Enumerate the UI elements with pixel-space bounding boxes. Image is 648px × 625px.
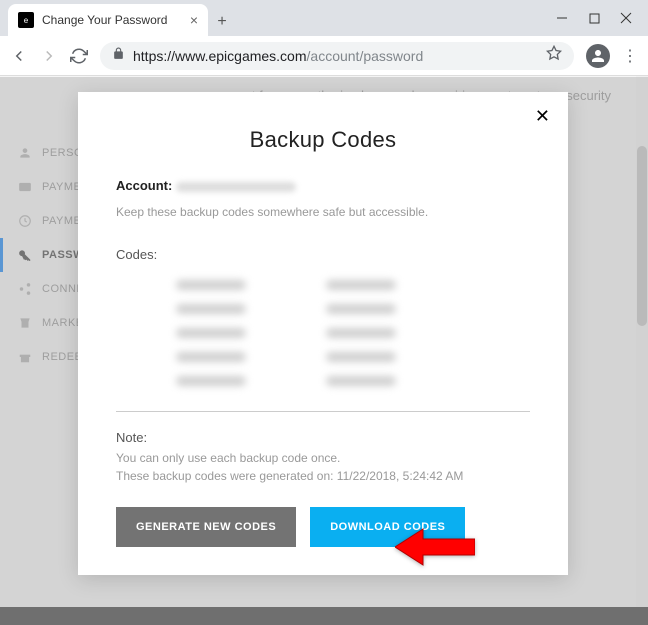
tab-title: Change Your Password <box>42 13 182 27</box>
code-redacted <box>176 328 246 338</box>
minimize-button[interactable] <box>556 12 568 24</box>
maximize-button[interactable] <box>588 12 600 24</box>
backup-codes-modal: ✕ Backup Codes Account: Keep these backu… <box>78 92 568 575</box>
hint-text: Keep these backup codes somewhere safe b… <box>116 205 530 219</box>
window-controls <box>556 12 648 36</box>
codes-grid <box>116 280 530 386</box>
url-bar[interactable]: https://www.epicgames.com/account/passwo… <box>100 42 574 70</box>
code-redacted <box>326 376 396 386</box>
code-redacted <box>176 352 246 362</box>
browser-titlebar: e Change Your Password × + <box>0 0 648 36</box>
note-text: You can only use each backup code once. … <box>116 449 530 485</box>
favicon: e <box>18 12 34 28</box>
browser-tab[interactable]: e Change Your Password × <box>8 4 208 36</box>
lock-icon <box>112 47 125 65</box>
close-window-button[interactable] <box>620 12 632 24</box>
reload-button[interactable] <box>70 47 88 65</box>
code-redacted <box>176 304 246 314</box>
modal-title: Backup Codes <box>78 92 568 178</box>
account-row: Account: <box>116 178 530 193</box>
tab-strip: e Change Your Password × + <box>0 4 556 36</box>
bookmark-icon[interactable] <box>546 45 562 66</box>
code-redacted <box>326 328 396 338</box>
profile-icon[interactable] <box>586 44 610 68</box>
note-label: Note: <box>116 430 530 445</box>
divider <box>116 411 530 412</box>
address-bar: https://www.epicgames.com/account/passwo… <box>0 36 648 76</box>
tab-close-icon[interactable]: × <box>190 12 198 28</box>
code-redacted <box>326 352 396 362</box>
new-tab-button[interactable]: + <box>208 8 236 36</box>
code-redacted <box>326 304 396 314</box>
code-redacted <box>176 376 246 386</box>
annotation-arrow <box>395 525 475 574</box>
codes-label: Codes: <box>116 247 530 262</box>
url-text: https://www.epicgames.com/account/passwo… <box>133 48 423 64</box>
menu-button[interactable]: ⋮ <box>622 46 638 66</box>
back-button[interactable] <box>10 47 28 65</box>
code-redacted <box>326 280 396 290</box>
close-modal-button[interactable]: ✕ <box>535 106 550 127</box>
generate-codes-button[interactable]: GENERATE NEW CODES <box>116 507 296 547</box>
code-redacted <box>176 280 246 290</box>
forward-button[interactable] <box>40 47 58 65</box>
account-value-redacted <box>176 182 296 192</box>
